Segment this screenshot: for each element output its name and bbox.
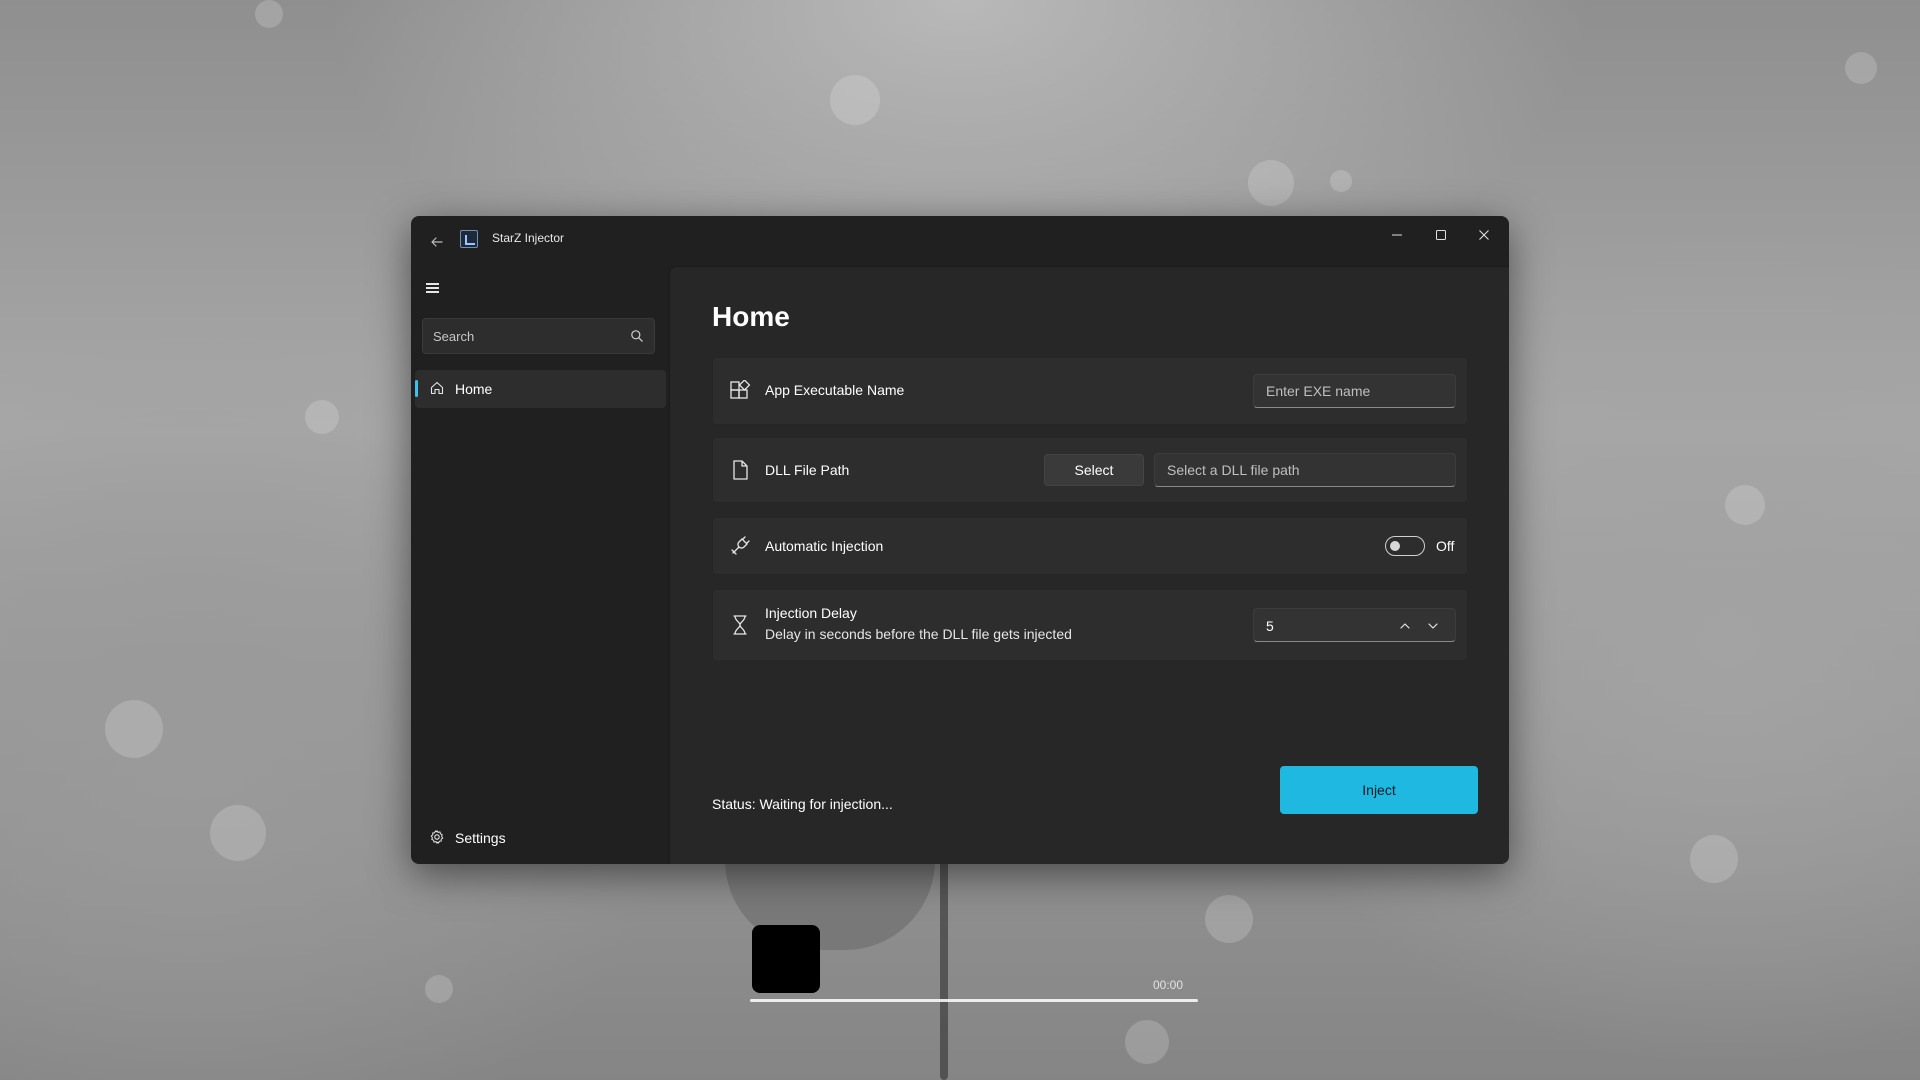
arrow-left-icon <box>431 237 443 247</box>
dll-path-label: DLL File Path <box>765 462 850 478</box>
hamburger-icon <box>426 283 439 285</box>
app-window: StarZ Injector Hom <box>411 216 1509 864</box>
search-icon[interactable] <box>630 329 644 343</box>
bokeh-spot <box>1725 485 1765 525</box>
search-input[interactable] <box>433 327 623 345</box>
exe-name-card: App Executable Name <box>712 357 1468 425</box>
search-box[interactable] <box>422 318 655 354</box>
toggle-state-label: Off <box>1436 538 1455 554</box>
sidebar-item-settings[interactable]: Settings <box>415 819 666 855</box>
bokeh-spot <box>1125 1020 1169 1064</box>
home-icon <box>430 381 444 395</box>
chevron-down-icon[interactable] <box>1425 618 1441 634</box>
menu-toggle-button[interactable] <box>421 276 445 300</box>
injection-delay-value[interactable]: 5 <box>1266 618 1274 634</box>
injection-delay-card: Injection Delay Delay in seconds before … <box>712 589 1468 661</box>
sidebar-item-label: Settings <box>455 830 506 846</box>
window-title: StarZ Injector <box>492 231 565 245</box>
bokeh-spot <box>1248 160 1294 206</box>
hamburger-icon-line <box>426 287 439 289</box>
navigation-pane: Home Settings <box>411 266 669 864</box>
select-dll-button[interactable]: Select <box>1044 454 1144 486</box>
sidebar-item-home[interactable]: Home <box>415 370 666 408</box>
injection-delay-number-box[interactable]: 5 <box>1253 608 1456 642</box>
bokeh-spot <box>1690 835 1738 883</box>
app-logo-icon <box>460 230 478 248</box>
minimize-button[interactable] <box>1377 222 1417 250</box>
bokeh-spot <box>305 400 339 434</box>
auto-injection-label: Automatic Injection <box>765 538 884 554</box>
media-progress-bar[interactable] <box>750 999 1198 1002</box>
bokeh-spot <box>1205 895 1253 943</box>
auto-injection-card: Automatic Injection Off <box>712 517 1468 575</box>
apps-icon <box>730 380 751 399</box>
page-title: Home <box>712 301 790 332</box>
back-button[interactable] <box>425 230 449 254</box>
flower-stem <box>940 860 948 1080</box>
file-icon <box>733 460 748 480</box>
close-button[interactable] <box>1464 222 1504 250</box>
plug-icon <box>731 536 750 555</box>
gear-icon <box>430 830 444 844</box>
media-time: 00:00 <box>1153 978 1184 992</box>
injection-delay-description: Delay in seconds before the DLL file get… <box>765 626 1072 642</box>
exe-name-input[interactable] <box>1253 374 1456 408</box>
sidebar-item-label: Home <box>455 381 493 397</box>
selection-indicator <box>415 380 418 397</box>
injection-delay-label: Injection Delay <box>765 605 857 621</box>
close-icon <box>1479 230 1489 240</box>
maximize-icon <box>1436 230 1446 240</box>
hamburger-icon-line <box>426 291 439 293</box>
hourglass-icon <box>733 615 747 635</box>
main-content: Home App Executable Name DLL File Path S… <box>669 266 1509 864</box>
chevron-up-icon[interactable] <box>1397 618 1413 634</box>
exe-name-label: App Executable Name <box>765 382 905 398</box>
maximize-button[interactable] <box>1421 222 1461 250</box>
auto-injection-toggle[interactable] <box>1385 536 1425 556</box>
bokeh-spot <box>1330 170 1352 192</box>
inject-button[interactable]: Inject <box>1280 766 1478 814</box>
status-text: Status: Waiting for injection... <box>712 796 893 812</box>
title-bar[interactable]: StarZ Injector <box>411 216 1509 266</box>
bokeh-spot <box>210 805 266 861</box>
bokeh-spot <box>105 700 163 758</box>
bokeh-spot <box>1845 52 1877 84</box>
toggle-knob <box>1390 541 1400 551</box>
minimize-icon <box>1392 234 1402 236</box>
bokeh-spot <box>425 975 453 1003</box>
dll-path-card: DLL File Path Select <box>712 437 1468 503</box>
media-thumbnail[interactable] <box>752 925 820 993</box>
dll-path-input[interactable] <box>1154 453 1456 487</box>
bokeh-spot <box>255 0 283 28</box>
bokeh-spot <box>830 75 880 125</box>
